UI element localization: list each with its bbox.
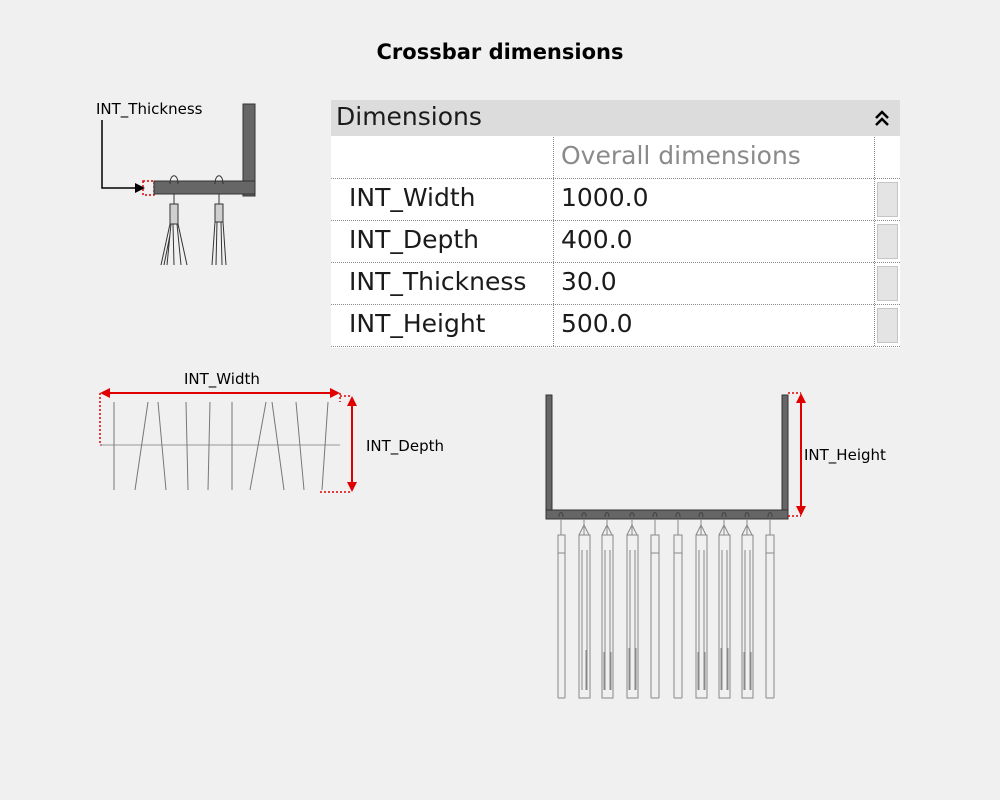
property-row-depth[interactable]: INT_Depth 400.0 xyxy=(331,221,900,263)
property-name: INT_Depth xyxy=(331,221,554,262)
property-row-width[interactable]: INT_Width 1000.0 xyxy=(331,179,900,221)
property-associate-button[interactable] xyxy=(877,266,898,301)
width-extension-lines xyxy=(99,393,341,446)
property-row-thickness[interactable]: INT_Thickness 30.0 xyxy=(331,263,900,305)
property-name: INT_Width xyxy=(331,179,554,220)
top-view-diagram xyxy=(99,388,357,493)
thickness-leader-arrowhead xyxy=(135,183,145,193)
height-arrow-top xyxy=(796,393,806,403)
property-name: INT_Height xyxy=(331,305,554,346)
width-arrow-right xyxy=(330,388,340,398)
group-label: Overall dimensions xyxy=(555,137,875,178)
width-arrow-left xyxy=(100,388,110,398)
depth-arrow-top xyxy=(347,396,357,406)
dimensions-properties-panel: Dimensions Overall dimensions INT_Width … xyxy=(331,100,900,348)
group-name-cell xyxy=(331,137,554,178)
group-row: Overall dimensions xyxy=(331,137,900,179)
depth-label: INT_Depth xyxy=(366,437,444,455)
depth-arrow-bottom xyxy=(347,482,357,492)
height-label: INT_Height xyxy=(804,446,886,464)
thickness-leader-line xyxy=(101,120,136,189)
dimensions-panel-title: Dimensions xyxy=(336,102,482,131)
property-associate-button[interactable] xyxy=(877,308,898,343)
height-arrow-bottom xyxy=(796,506,806,516)
property-value-field[interactable]: 1000.0 xyxy=(555,179,875,220)
property-value-field[interactable]: 500.0 xyxy=(555,305,875,346)
property-value-field[interactable]: 400.0 xyxy=(555,221,875,262)
property-value-field[interactable]: 30.0 xyxy=(555,263,875,304)
property-row-height[interactable]: INT_Height 500.0 xyxy=(331,305,900,347)
page-title: Crossbar dimensions xyxy=(376,40,624,64)
double-chevron-up-icon[interactable] xyxy=(868,104,896,132)
dimensions-panel-header[interactable]: Dimensions xyxy=(331,100,900,136)
crossbar-section xyxy=(153,180,256,195)
property-associate-button[interactable] xyxy=(877,224,898,259)
left-upright xyxy=(545,394,553,520)
hanger-lines-top xyxy=(113,401,329,491)
property-associate-button[interactable] xyxy=(877,182,898,217)
height-extension-lines xyxy=(788,392,801,517)
front-view-diagram xyxy=(545,392,806,699)
right-upright xyxy=(781,394,789,520)
hanging-garments xyxy=(557,519,775,699)
crossbar-section-diagram xyxy=(101,103,256,266)
property-name: INT_Thickness xyxy=(331,263,554,304)
